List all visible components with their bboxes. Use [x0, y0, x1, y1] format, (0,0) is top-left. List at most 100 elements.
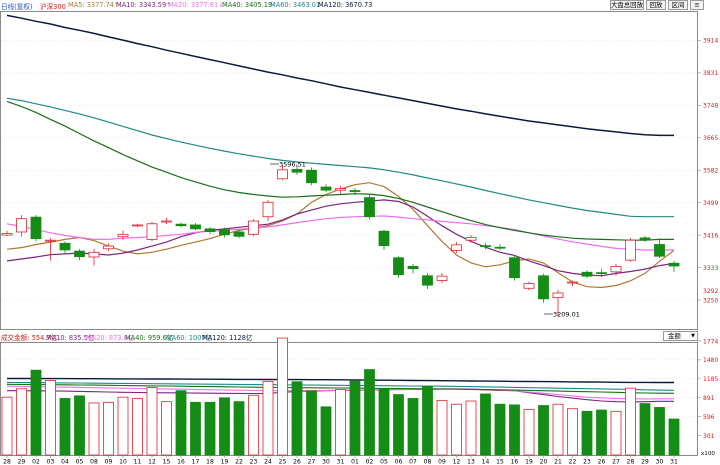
volume-bar: [407, 398, 419, 456]
volume-axis: 177414801185891596301x100: [697, 338, 718, 457]
date-label: 19: [221, 459, 229, 465]
price-grid: [1, 7, 697, 301]
ma5-readout: MA5: 3377.74↑: [68, 1, 120, 9]
market-replay-button[interactable]: 大盘总回放: [610, 0, 644, 10]
price-extra-label: 3292: [703, 288, 718, 295]
low-label: 3209.01: [553, 311, 580, 319]
volume-bar: [204, 401, 216, 456]
candle-body: [45, 239, 56, 242]
candle-body: [30, 216, 42, 240]
price-axis: 3997391438313748366535823499341633333250…: [697, 5, 718, 304]
volume-bar: [88, 402, 100, 456]
candle-body: [320, 186, 332, 191]
date-label: 19: [525, 459, 533, 465]
volume-unit-label: x100: [701, 451, 715, 457]
date-label: 29: [18, 459, 26, 465]
price-header: 日线(复权) 沪深300 MA5: 3377.74↑ MA10: 3343.59…: [0, 0, 720, 11]
price-tick-label: 3748: [703, 103, 718, 110]
low-annotation: 3209.01: [544, 311, 580, 319]
volume-ma-line-ma120: [7, 377, 674, 384]
date-label: 30: [322, 459, 330, 465]
period-label[interactable]: 日线(复权): [1, 1, 33, 11]
volume-bar: [581, 410, 593, 456]
date-label: 29: [641, 459, 649, 465]
date-label: 26: [293, 459, 301, 465]
date-label: 20: [540, 459, 548, 465]
ma-line-ma20: [6, 215, 674, 251]
volume-header: 成交金额: 554.7亿 MA10: 835.5亿 MA20: 873.8亿 M…: [0, 331, 720, 342]
high-label: 3596.51: [279, 161, 306, 169]
date-label: 01: [351, 459, 359, 465]
chevron-down-icon: ▼: [691, 333, 695, 339]
price-tick-label: 3416: [703, 232, 718, 239]
volume-bar: [422, 385, 433, 456]
candle-body: [436, 275, 448, 281]
ma60-readout: MA60: 3463.01: [270, 1, 321, 9]
candle-body: [610, 265, 622, 273]
volume-bar: [480, 393, 491, 456]
date-label: 31: [670, 459, 678, 465]
candle-body: [494, 246, 506, 249]
date-label: 09: [438, 459, 446, 465]
volume-type-select[interactable]: 金额 ▼: [663, 331, 698, 341]
volume-bar: [175, 390, 187, 456]
date-label: 04: [61, 459, 69, 465]
volume-bar: [132, 398, 143, 456]
candle-body: [523, 283, 535, 289]
volume-bar: [349, 380, 361, 456]
volume-bar: [596, 409, 607, 456]
volume-tick-label: 1480: [703, 357, 718, 364]
date-label: 08: [424, 459, 432, 465]
volume-bar: [117, 396, 129, 456]
candle-body: [378, 230, 390, 247]
candle-body: [552, 292, 564, 299]
volume-tick-label: 1185: [703, 376, 718, 383]
volume-bar: [465, 400, 477, 456]
volume-bar: [16, 388, 27, 456]
range-button[interactable]: 区间: [668, 0, 688, 10]
volume-bar: [451, 403, 462, 456]
price-tick-label: 3333: [703, 265, 718, 272]
candle-body: [596, 272, 607, 275]
date-label: 25: [279, 459, 287, 465]
date-label: 27: [612, 459, 620, 465]
price-tick-label: 3499: [703, 200, 718, 207]
price-tick-label: 3831: [703, 70, 718, 77]
candle-body: [248, 220, 259, 235]
kline-chart[interactable]: 3997391438313748366535823499341633333250…: [0, 0, 720, 465]
candle-body: [204, 228, 216, 232]
candle-body: [88, 251, 100, 258]
price-candles: [1, 164, 680, 317]
date-label: 27: [308, 459, 316, 465]
candle-body: [668, 262, 680, 267]
date-label: 12: [148, 459, 156, 465]
candle-body: [59, 242, 71, 251]
menu-icon[interactable]: ≡: [690, 0, 704, 10]
price-tick-label: 3582: [703, 168, 718, 175]
replay-button[interactable]: 回放: [646, 0, 666, 10]
date-label: 13: [467, 459, 475, 465]
volume-type-value: 金额: [668, 332, 681, 340]
date-label: 18: [206, 459, 214, 465]
date-label: 02: [366, 459, 374, 465]
volume-bar: [291, 381, 303, 456]
candle-body: [219, 229, 230, 236]
vol-ma120-readout: MA120: 1128亿: [202, 334, 253, 342]
candle-body: [654, 244, 665, 257]
volume-bar: [30, 369, 42, 456]
volume-bar: [248, 394, 259, 456]
candle-body: [451, 244, 462, 251]
candle-body: [291, 169, 303, 173]
date-label: 06: [395, 459, 403, 465]
candle-body: [509, 257, 520, 279]
date-label: 23: [250, 459, 258, 465]
date-label: 05: [76, 459, 84, 465]
date-label: 30: [656, 459, 664, 465]
volume-bar: [190, 401, 201, 456]
candle-body: [639, 237, 651, 241]
candle-body: [190, 224, 201, 230]
ma-line-ma60: [6, 97, 674, 218]
date-label: 28: [627, 459, 635, 465]
candle-body: [132, 224, 143, 227]
date-label: 14: [482, 459, 490, 465]
